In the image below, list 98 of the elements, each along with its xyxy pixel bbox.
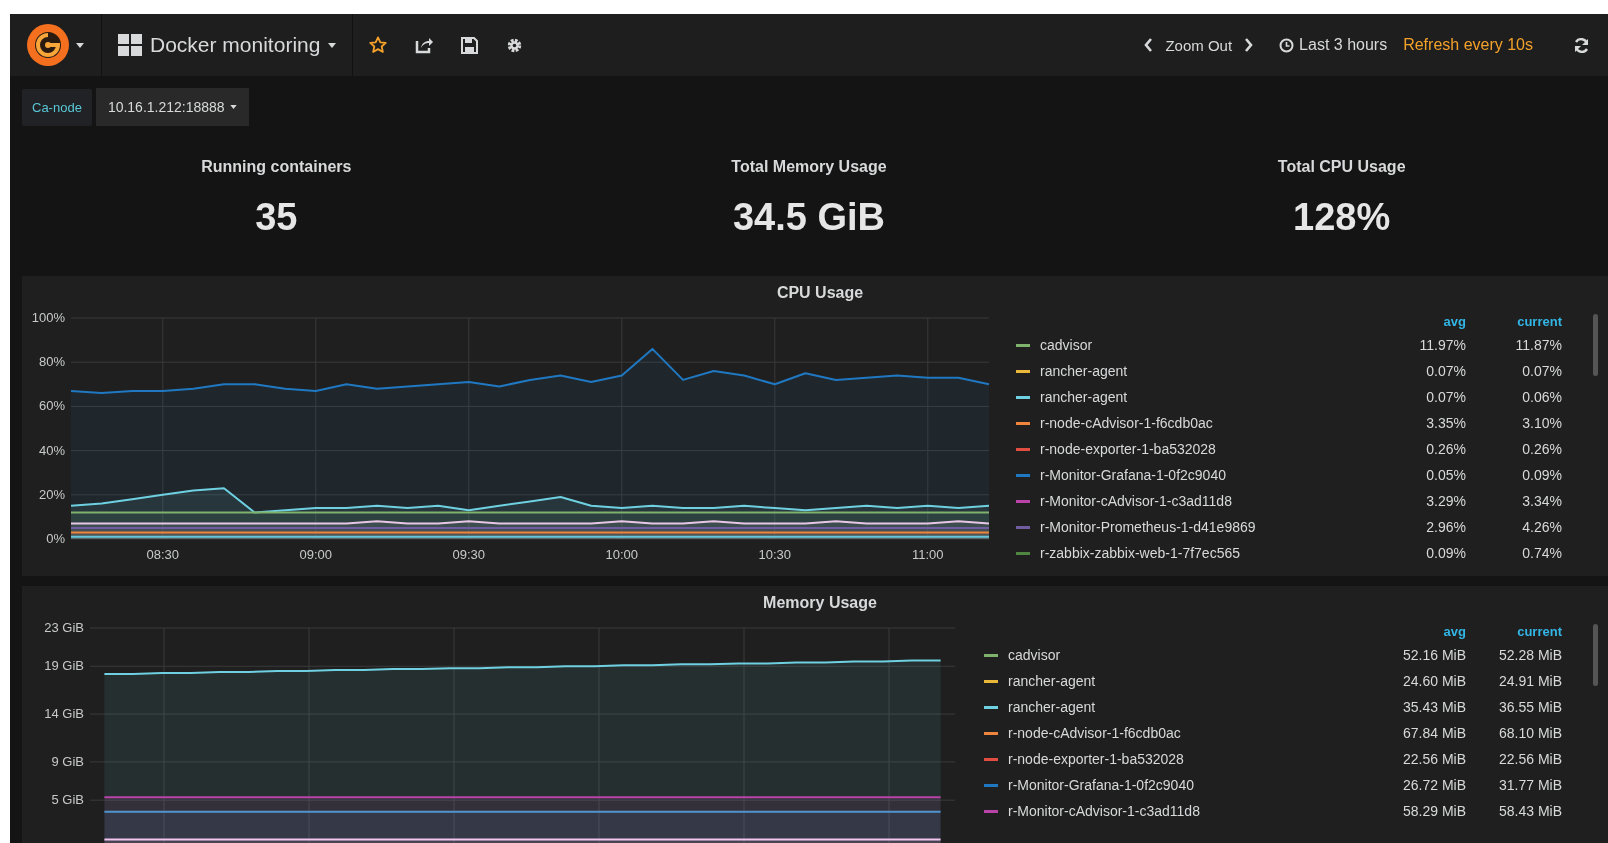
stat-value: 128% bbox=[1293, 196, 1391, 239]
refresh-icon[interactable] bbox=[1573, 36, 1590, 54]
series-name[interactable]: rancher-agent bbox=[1008, 673, 1370, 689]
legend-value: 3.29% bbox=[1425, 493, 1466, 509]
y-axis-label: 40% bbox=[38, 442, 65, 458]
series-name[interactable]: rancher-agent bbox=[1040, 363, 1370, 379]
legend-column-header[interactable]: avg bbox=[1370, 623, 1466, 639]
legend-value: 26.72 MiB bbox=[1401, 777, 1466, 793]
caret-icon bbox=[229, 105, 237, 109]
legend-value: 0.26% bbox=[1521, 441, 1562, 457]
stat-value: 34.5 GiB bbox=[732, 196, 886, 239]
legend-value: 3.34% bbox=[1521, 493, 1562, 509]
x-axis-label: 09:30 bbox=[452, 547, 486, 562]
series-name[interactable]: r-node-cAdvisor-1-f6cdb0ac bbox=[1008, 725, 1370, 741]
legend-value: 11.87% bbox=[1514, 337, 1562, 353]
stat-value: 35 bbox=[255, 196, 298, 239]
legend-value: 24.60 MiB bbox=[1401, 673, 1466, 689]
y-axis-label: 100% bbox=[31, 310, 65, 325]
scrollbar-thumb[interactable] bbox=[1593, 314, 1598, 376]
caret-icon bbox=[328, 42, 337, 48]
series-name[interactable]: r-node-cAdvisor-1-f6cdb0ac bbox=[1040, 415, 1370, 431]
y-axis-label: 80% bbox=[38, 354, 65, 370]
legend-value: 0.09% bbox=[1425, 545, 1466, 561]
series-name[interactable]: r-Monitor-cAdvisor-1-c3ad11d8 bbox=[1040, 493, 1370, 509]
series-name[interactable]: r-Monitor-cAdvisor-1-c3ad11d8 bbox=[1008, 803, 1370, 819]
y-axis-label: 5 GiB bbox=[51, 792, 84, 808]
share-icon[interactable] bbox=[415, 36, 434, 54]
panel-title: Memory Usage bbox=[763, 593, 877, 613]
scrollbar-thumb[interactable] bbox=[1593, 624, 1598, 686]
logo-icon[interactable] bbox=[26, 23, 70, 67]
stat-title: Total Memory Usage bbox=[731, 158, 887, 176]
y-axis-label: 9 GiB bbox=[51, 753, 84, 769]
clock-icon bbox=[1279, 37, 1295, 53]
series-name[interactable]: cadvisor bbox=[1008, 647, 1370, 663]
legend-value: 36.55 MiB bbox=[1497, 699, 1562, 715]
legend-value: 22.56 MiB bbox=[1401, 751, 1466, 767]
series-name[interactable]: r-zabbix-zabbix-web-1-7f7ec565 bbox=[1040, 545, 1370, 561]
legend-value: 0.07% bbox=[1425, 363, 1466, 379]
panel-title: CPU Usage bbox=[776, 283, 864, 303]
legend-value: 11.97% bbox=[1418, 337, 1466, 353]
x-axis-label: 10:30 bbox=[758, 547, 792, 562]
legend-value: 0.26% bbox=[1425, 441, 1466, 457]
x-axis-label: 11:00 bbox=[912, 547, 944, 562]
legend-value: 24.91 MiB bbox=[1497, 673, 1562, 689]
legend-value: 0.06% bbox=[1521, 389, 1562, 405]
stat-title: Running containers bbox=[201, 158, 352, 176]
legend-value: 0.07% bbox=[1425, 389, 1466, 405]
legend-value: 22.56 MiB bbox=[1497, 751, 1562, 767]
series-name[interactable]: rancher-agent bbox=[1008, 699, 1370, 715]
legend-value: 4.26% bbox=[1521, 519, 1562, 535]
legend-value: 67.84 MiB bbox=[1401, 725, 1466, 741]
dashboard-title-button[interactable]: Docker monitoring bbox=[102, 14, 354, 76]
legend-value: 52.28 MiB bbox=[1497, 647, 1562, 663]
legend-column-header[interactable]: current bbox=[1466, 623, 1562, 639]
zoom-out-button[interactable]: Zoom Out bbox=[1165, 36, 1233, 54]
legend-value: 35.43 MiB bbox=[1401, 699, 1466, 715]
series-name[interactable]: rancher-agent bbox=[1040, 389, 1370, 405]
y-axis-label: 0% bbox=[46, 531, 65, 546]
series-name[interactable]: r-Monitor-Grafana-1-0f2c9040 bbox=[1040, 467, 1370, 483]
x-axis-label: 08:30 bbox=[146, 547, 180, 562]
legend-value: 2.96% bbox=[1425, 519, 1466, 535]
time-range-button[interactable]: Last 3 hours bbox=[1279, 36, 1388, 54]
series-name[interactable]: r-Monitor-Prometheus-1-d41e9869 bbox=[1040, 519, 1370, 535]
x-axis-label: 10:00 bbox=[605, 547, 639, 562]
series-name[interactable]: r-node-exporter-1-ba532028 bbox=[1008, 751, 1370, 767]
variable-dropdown[interactable]: 10.16.1.212:18888 bbox=[95, 88, 249, 126]
y-axis-label: 19 GiB bbox=[44, 658, 84, 674]
y-axis-label: 14 GiB bbox=[44, 706, 84, 722]
stat-title: Total CPU Usage bbox=[1277, 158, 1406, 176]
series-name[interactable]: cadvisor bbox=[1040, 337, 1370, 353]
chevron-right-icon[interactable] bbox=[1244, 38, 1254, 52]
legend-value: 52.16 MiB bbox=[1401, 647, 1466, 663]
legend-value: 58.43 MiB bbox=[1497, 803, 1562, 819]
y-axis-label: 60% bbox=[38, 398, 65, 414]
series-name[interactable]: r-node-exporter-1-ba532028 bbox=[1040, 441, 1370, 457]
legend-value: 0.09% bbox=[1521, 467, 1562, 483]
x-axis-label: 09:00 bbox=[299, 547, 333, 562]
refresh-interval-button[interactable]: Refresh every 10s bbox=[1403, 36, 1533, 54]
legend-value: 3.35% bbox=[1425, 415, 1466, 431]
legend-column-header[interactable]: avg bbox=[1370, 313, 1466, 329]
settings-icon[interactable] bbox=[506, 36, 524, 54]
variable-label: Ca-node bbox=[22, 88, 92, 126]
grid-icon bbox=[118, 34, 142, 56]
legend-column-header[interactable]: current bbox=[1466, 313, 1562, 329]
y-axis-label: 23 GiB bbox=[44, 620, 84, 635]
legend-value: 0.74% bbox=[1521, 545, 1562, 561]
legend-value: 68.10 MiB bbox=[1497, 725, 1562, 741]
legend-value: 0.05% bbox=[1425, 467, 1466, 483]
legend-value: 31.77 MiB bbox=[1497, 777, 1562, 793]
legend-value: 0.07% bbox=[1521, 363, 1562, 379]
y-axis-label: 20% bbox=[38, 486, 65, 502]
caret-icon[interactable] bbox=[76, 42, 84, 48]
series-name[interactable]: r-Monitor-Grafana-1-0f2c9040 bbox=[1008, 777, 1370, 793]
save-icon[interactable] bbox=[461, 36, 479, 54]
chevron-left-icon[interactable] bbox=[1144, 38, 1154, 52]
legend-value: 58.29 MiB bbox=[1401, 803, 1466, 819]
star-icon[interactable] bbox=[369, 36, 388, 54]
legend-value: 3.10% bbox=[1521, 415, 1562, 431]
